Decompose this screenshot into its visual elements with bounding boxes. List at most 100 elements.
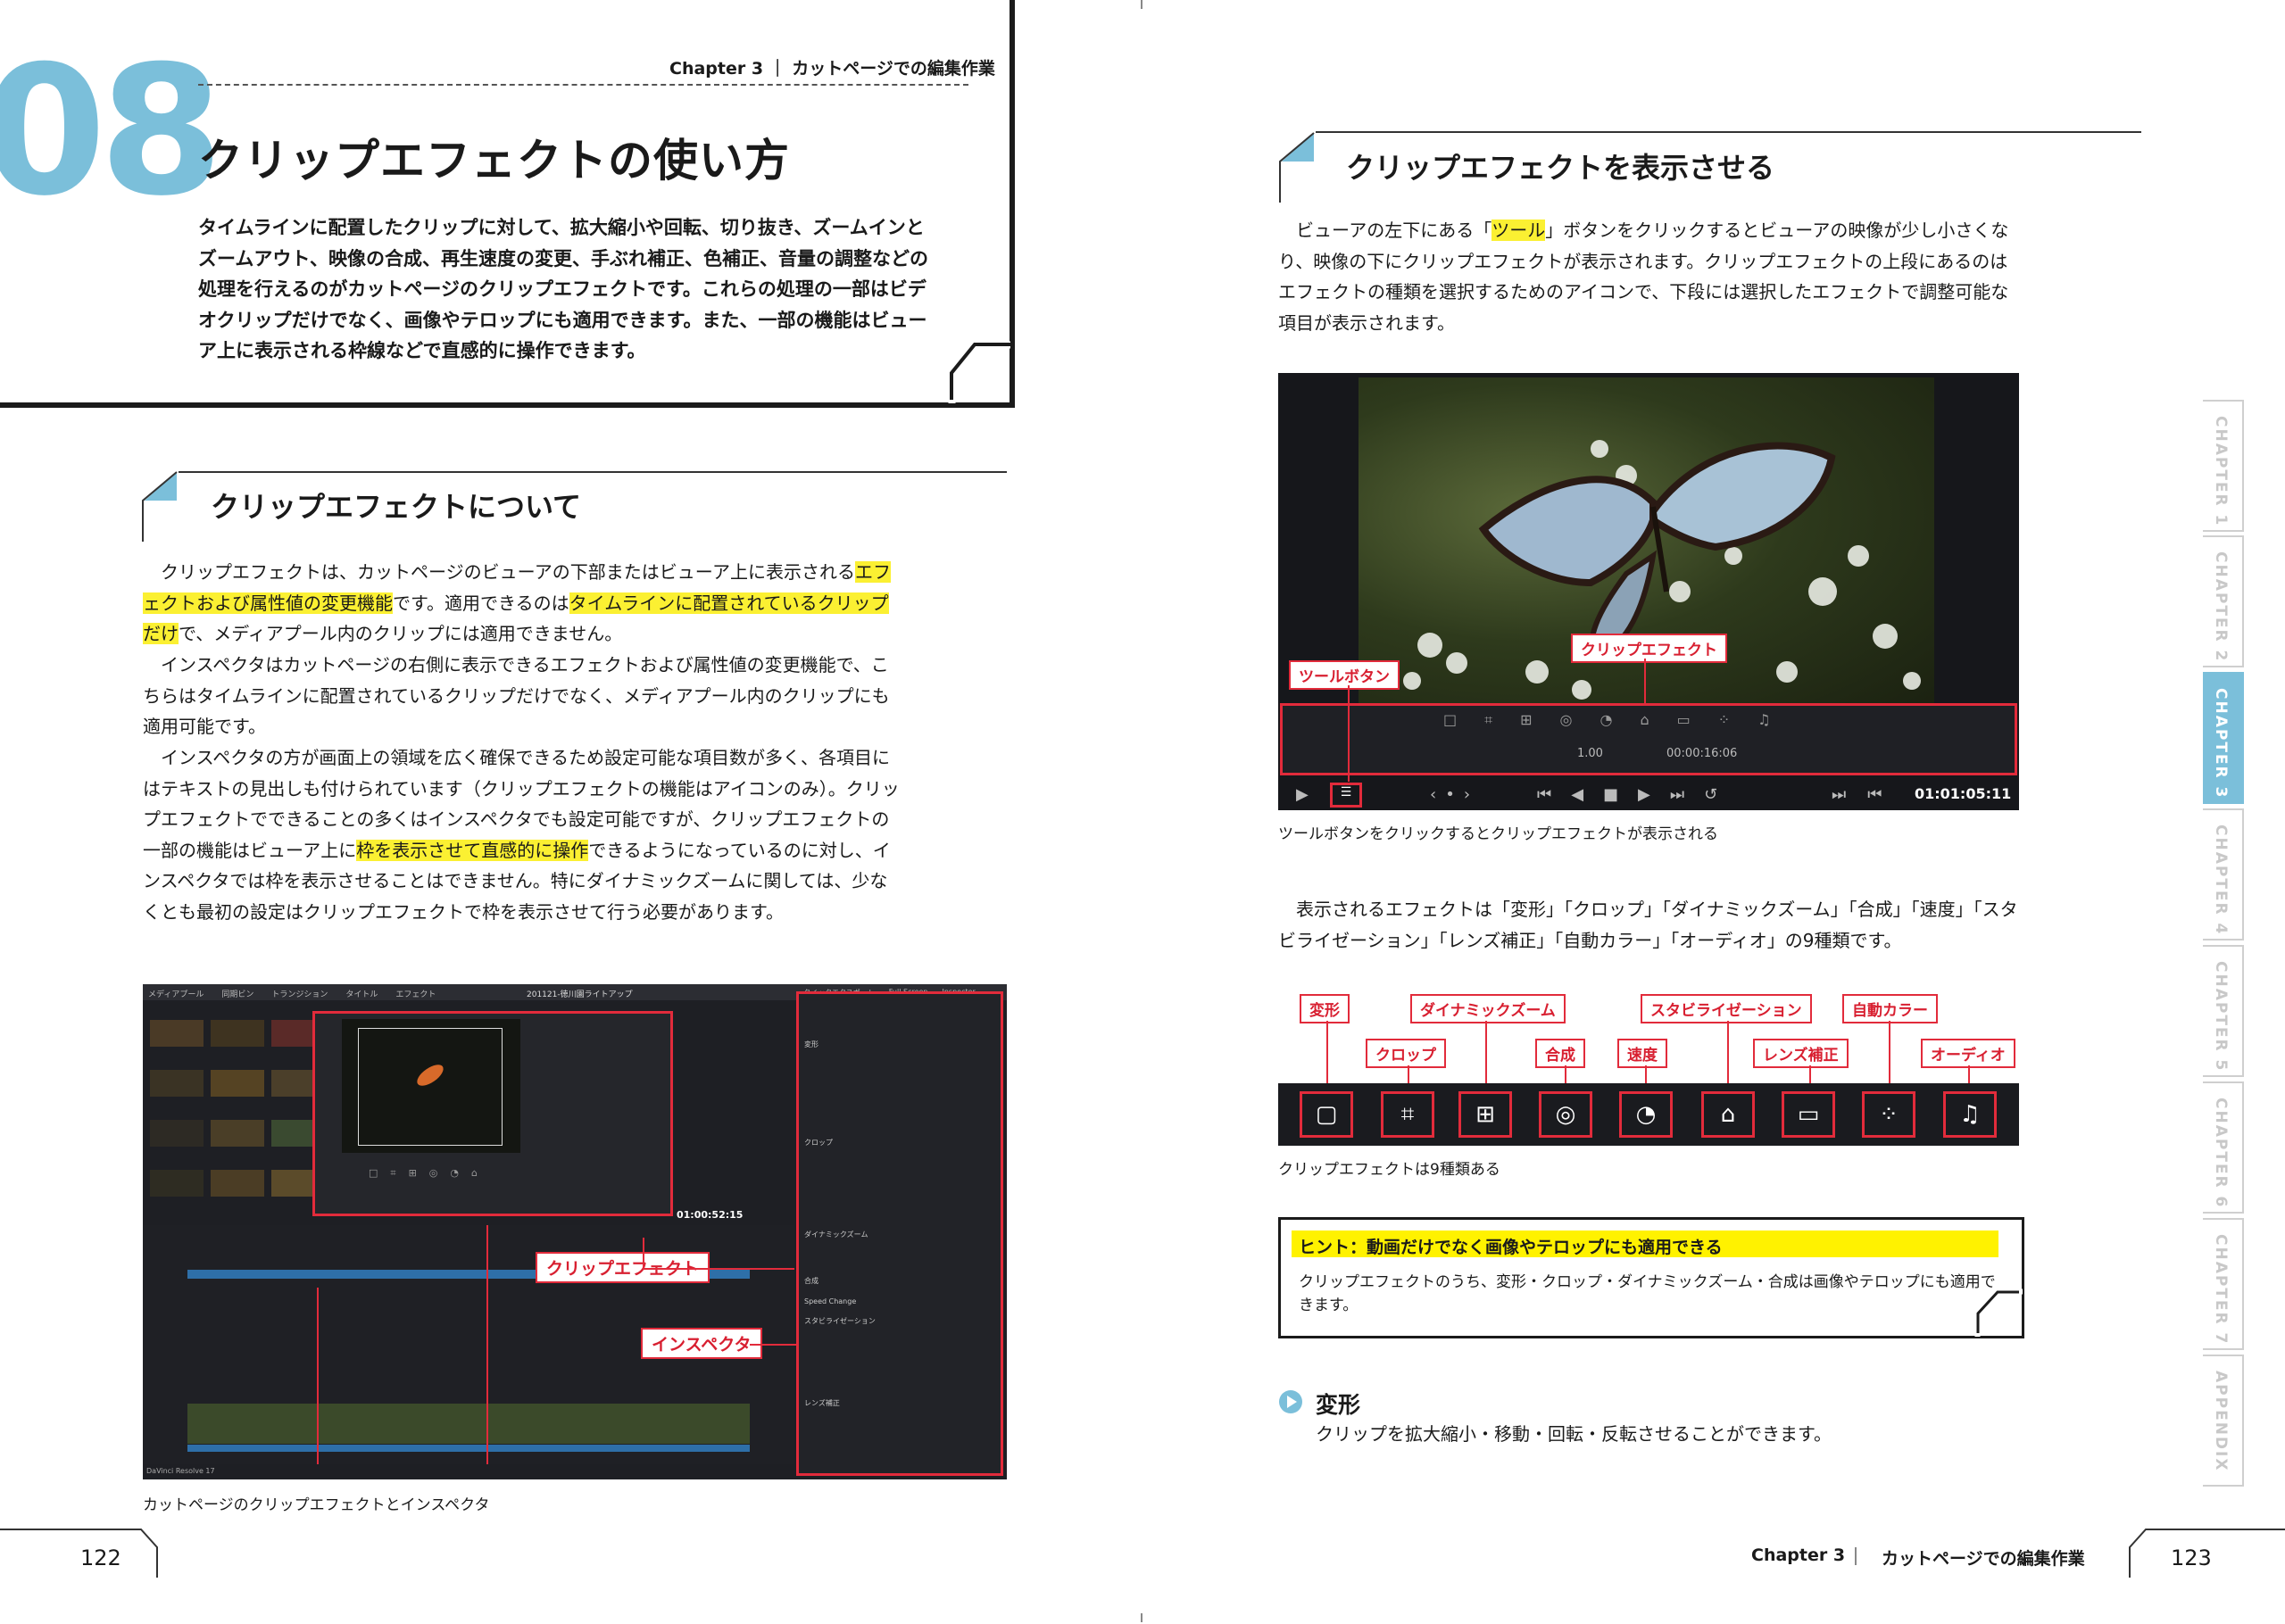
- playback-controls[interactable]: ⏮◀■▶⏭↺: [1537, 785, 1737, 804]
- figure-caption-2: ツールボタンをクリックするとクリップエフェクトが表示される: [1278, 825, 1718, 843]
- clip-effect-panel-highlight: □⌗⊞◎◔⌂▭⁘♫ 1.00 00:00:16:06: [1280, 703, 2017, 775]
- subhead-title: 変形: [1316, 1392, 1361, 1418]
- jog-icon[interactable]: ‹•›: [1430, 785, 1479, 804]
- crop-mark: [1141, 0, 1142, 9]
- inspector-section[interactable]: Speed Change: [804, 1292, 876, 1312]
- label-composite: 合成: [1535, 1039, 1585, 1068]
- body-paragraph-2: インスペクタはカットページの右側に表示できるエフェクトおよび属性値の変更機能で、…: [143, 654, 890, 738]
- p3-highlight: 枠を表示させて直感的に操作: [356, 839, 589, 861]
- clip-effect-icons-row[interactable]: □⌗⊞◎◔⌂▭⁘♫: [1443, 711, 1798, 729]
- page-number-right: 123: [2171, 1545, 2212, 1570]
- inspector-section[interactable]: ダイナミックズーム: [804, 1225, 876, 1245]
- side-tab-label: APPENDIX: [2212, 1371, 2230, 1472]
- hint-title: ヒント：動画だけでなく画像やテロップにも適用できる: [1299, 1238, 1723, 1257]
- inspector-section[interactable]: スタビライゼーション: [804, 1312, 876, 1331]
- clip-thumb[interactable]: [211, 1170, 264, 1197]
- crop-icon[interactable]: ⌗: [1381, 1091, 1434, 1138]
- section-triangle-icon: [1279, 132, 1315, 203]
- side-tab-chapter-6[interactable]: CHAPTER 6: [2203, 1081, 2244, 1214]
- media-tabs: メディアプール 同期ビン トランジション タイトル エフェクト: [148, 988, 436, 999]
- p1-text-b: です。適用できるのは: [393, 592, 569, 614]
- viewer-timecode: 01:00:52:15: [677, 1209, 744, 1221]
- clip-thumb[interactable]: [211, 1020, 264, 1047]
- cut-page-screenshot: メディアプール 同期ビン トランジション タイトル エフェクト 201121-徳…: [143, 984, 1007, 1479]
- side-tab-label: CHAPTER 1: [2212, 416, 2230, 527]
- inspector-section[interactable]: 合成: [804, 1272, 876, 1291]
- clip-effect-icon-bar: ▢ ⌗ ⊞ ◎ ◔ ⌂ ▭ ⁘ ♫: [1278, 1083, 2019, 1146]
- figure-caption-3: クリップエフェクトは9種類ある: [1278, 1161, 1500, 1179]
- viewer-screenshot: □⌗⊞◎◔⌂▭⁘♫ 1.00 00:00:16:06 ▶ ☰ ‹•› ⏮◀■▶⏭…: [1278, 373, 2019, 810]
- side-tab-chapter-7[interactable]: CHAPTER 7: [2203, 1218, 2244, 1350]
- label-stabilization: スタビライゼーション: [1641, 994, 1812, 1023]
- clip-effect-viewer-highlight: □⌗⊞◎◔⌂: [312, 1011, 673, 1216]
- inspector-highlight: 変形 クロップ ダイナミックズーム 合成 Speed Change スタビライゼ…: [796, 991, 1003, 1476]
- section-rule: [179, 471, 1007, 473]
- chapter-title: クリップエフェクトの使い方: [198, 135, 790, 186]
- dynamic-zoom-icon[interactable]: ⊞: [1458, 1091, 1512, 1138]
- tab-effects[interactable]: エフェクト: [395, 988, 436, 999]
- label-audio: オーディオ: [1921, 1039, 2015, 1068]
- callout-line: [643, 1238, 644, 1268]
- p1-text-a: クリップエフェクトは、カットページのビューアの下部またはビューア上に表示される: [143, 561, 855, 583]
- clip-thumb[interactable]: [150, 1170, 204, 1197]
- tab-sync-bin[interactable]: 同期ビン: [221, 988, 253, 999]
- speed-value[interactable]: 1.00: [1577, 747, 1603, 760]
- section-triangle-icon: [142, 471, 178, 542]
- clip-thumb[interactable]: [150, 1070, 204, 1097]
- duration-value[interactable]: 00:00:16:06: [1666, 747, 1737, 760]
- body-paragraph-right-2: 表示されるエフェクトは「変形」「クロップ」「ダイナミックズーム」「合成」「速度」…: [1278, 899, 2018, 951]
- inspector-section[interactable]: クロップ: [804, 1133, 876, 1153]
- inspector-section[interactable]: 変形: [804, 1035, 876, 1055]
- footer-chapter: Chapter 3: [1751, 1545, 1846, 1565]
- side-tab-chapter-4[interactable]: CHAPTER 4: [2203, 808, 2244, 940]
- crop-mark: [1141, 1613, 1142, 1622]
- clip-effect-icons-row[interactable]: □⌗⊞◎◔⌂: [369, 1167, 574, 1183]
- label-dynamic-zoom: ダイナミックズーム: [1410, 994, 1566, 1023]
- rp1-text-a: ビューアの左下にある「: [1278, 220, 1492, 241]
- timeline-audio-clip[interactable]: [187, 1445, 750, 1452]
- tab-media-pool[interactable]: メディアプール: [148, 988, 204, 999]
- callout-clip-effect: クリップエフェクト: [1571, 634, 1727, 663]
- playhead[interactable]: [486, 1225, 488, 1464]
- clip-thumb[interactable]: [211, 1120, 264, 1147]
- callout-line: [1348, 685, 1350, 782]
- butterfly-image: [1403, 440, 1921, 700]
- stabilization-icon[interactable]: ⌂: [1701, 1091, 1755, 1138]
- footer-divider: [1855, 1547, 1857, 1565]
- body-paragraph-right-1: ビューアの左下にある「ツール」ボタンをクリックするとビューアの映像が少し小さくな…: [1278, 215, 2023, 338]
- side-tab-label: CHAPTER 3: [2212, 688, 2230, 800]
- tab-transitions[interactable]: トランジション: [271, 988, 328, 999]
- lens-correction-icon[interactable]: ▭: [1782, 1091, 1835, 1138]
- transform-icon[interactable]: ▢: [1300, 1091, 1353, 1138]
- callout-line: [1644, 659, 1646, 705]
- callout-line: [643, 1268, 794, 1270]
- tool-button[interactable]: ☰: [1330, 783, 1362, 808]
- side-tab-appendix[interactable]: APPENDIX: [2203, 1355, 2244, 1487]
- p1-highlight-2: タイムラインに配置されている: [569, 592, 818, 614]
- playhead-lower[interactable]: [317, 1288, 319, 1464]
- play-icon[interactable]: ▶: [1296, 785, 1309, 804]
- composite-icon[interactable]: ◎: [1539, 1091, 1592, 1138]
- label-speed: 速度: [1617, 1039, 1667, 1068]
- clip-thumb[interactable]: [211, 1070, 264, 1097]
- clip-thumb[interactable]: [150, 1120, 204, 1147]
- side-tab-chapter-1[interactable]: CHAPTER 1: [2203, 400, 2244, 532]
- side-tab-label: CHAPTER 6: [2212, 1098, 2230, 1209]
- clip-thumb[interactable]: [150, 1020, 204, 1047]
- tab-titles[interactable]: タイトル: [345, 988, 378, 999]
- side-tab-label: CHAPTER 4: [2212, 824, 2230, 936]
- transport-bar: ▶ ☰ ‹•› ⏮◀■▶⏭↺ ⏭⏮ 01:01:05:11: [1296, 783, 2011, 808]
- auto-color-icon[interactable]: ⁘: [1862, 1091, 1915, 1138]
- side-tab-label: CHAPTER 7: [2212, 1234, 2230, 1346]
- callout-tool-button: ツールボタン: [1289, 660, 1400, 690]
- inspector-section[interactable]: レンズ補正: [804, 1394, 876, 1413]
- speed-icon[interactable]: ◔: [1619, 1091, 1673, 1138]
- viewer-image: [342, 1019, 520, 1153]
- timeline-video-clip[interactable]: [187, 1404, 750, 1444]
- transform-frame[interactable]: [358, 1028, 503, 1146]
- side-tab-chapter-5[interactable]: CHAPTER 5: [2203, 945, 2244, 1077]
- audio-icon[interactable]: ♫: [1943, 1091, 1997, 1138]
- in-out-icons[interactable]: ⏭⏮: [1832, 785, 1903, 804]
- side-tab-chapter-2[interactable]: CHAPTER 2: [2203, 535, 2244, 667]
- side-tab-chapter-3[interactable]: CHAPTER 3: [2203, 672, 2244, 804]
